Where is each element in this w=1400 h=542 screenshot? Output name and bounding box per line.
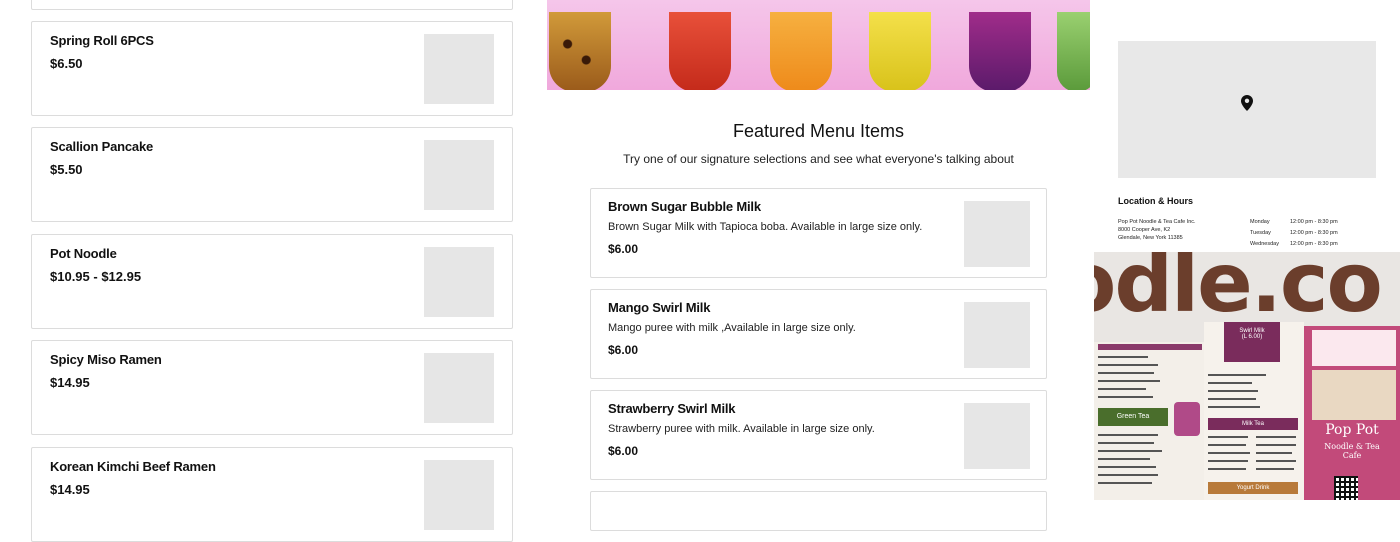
item-image [424,353,494,423]
item-price: $6.00 [608,242,639,256]
featured-card-strawberry-swirl[interactable]: Strawberry Swirl Milk Strawberry puree w… [590,390,1047,480]
item-name: Mango Swirl Milk [608,300,711,315]
qr-code [1334,476,1358,500]
swirl-milk-heading: Swirl Milk (L 6.00) [1224,322,1280,362]
item-price: $6.00 [608,444,639,458]
item-name: Spring Roll 6PCS [50,33,154,48]
menu-card-partial[interactable] [31,0,513,10]
location-heading: Location & Hours [1118,196,1194,206]
item-description: Brown Sugar Milk with Tapioca boba. Avai… [608,221,923,233]
drink-cup [969,12,1031,90]
hours-time: 12:00 pm - 8:30 pm [1290,241,1338,247]
item-price: $6.50 [50,56,83,71]
address-line: Pop Pot Noodle & Tea Cafe Inc. [1118,219,1196,225]
item-name: Spicy Miso Ramen [50,352,162,367]
featured-card-partial[interactable] [590,491,1047,531]
hours-time: 12:00 pm - 8:30 pm [1290,230,1338,236]
menu-board-left: Green Tea [1094,342,1204,500]
item-description: Mango puree with milk ,Available in larg… [608,322,856,334]
menu-card-pot-noodle[interactable]: Pot Noodle $10.95 - $12.95 [31,234,513,329]
menu-card-spring-roll[interactable]: Spring Roll 6PCS $6.50 [31,21,513,116]
menu-board-middle: Swirl Milk (L 6.00) Milk Tea Yogurt Drin… [1204,322,1304,500]
poster-subtitle: Noodle & Tea Cafe [1324,442,1380,460]
item-image [964,403,1030,469]
item-name: Brown Sugar Bubble Milk [608,199,761,214]
yogurt-drink-heading: Yogurt Drink [1208,482,1298,494]
item-image [424,247,494,317]
menu-card-korean-kimchi-beef-ramen[interactable]: Korean Kimchi Beef Ramen $14.95 [31,447,513,542]
item-price: $5.50 [50,162,83,177]
map-pin-icon[interactable] [1241,95,1253,111]
hours-time: 12:00 pm - 8:30 pm [1290,219,1338,225]
drink-cup [770,12,832,90]
item-image [424,460,494,530]
address-line: 8000 Cooper Ave, K2 [1118,227,1171,233]
item-image [424,140,494,210]
drink-cup [549,12,611,90]
hours-day: Monday [1250,219,1270,225]
featured-card-mango-swirl[interactable]: Mango Swirl Milk Mango puree with milk ,… [590,289,1047,379]
item-name: Pot Noodle [50,246,117,261]
green-tea-heading: Green Tea [1098,408,1168,426]
featured-subtitle: Try one of our signature selections and … [623,152,1014,166]
drink-cup [869,12,931,90]
location-hours: Location & Hours Pop Pot Noodle & Tea Ca… [1118,196,1378,252]
poster-title: Pop Pot [1325,422,1379,438]
hours-day: Wednesday [1250,241,1279,247]
drink-cup [1057,12,1090,90]
item-price: $6.00 [608,343,639,357]
storefront-sign-text: odle.co [1094,252,1383,331]
item-name: Korean Kimchi Beef Ramen [50,459,216,474]
address-line: Glendale, New York 11385 [1118,235,1183,241]
featured-card-brown-sugar[interactable]: Brown Sugar Bubble Milk Brown Sugar Milk… [590,188,1047,278]
location-map[interactable] [1118,41,1376,178]
storefront-photo: odle.co Green Tea Swirl Milk (L 6.00) [1094,252,1400,500]
item-price: $10.95 - $12.95 [50,269,142,284]
menu-card-spicy-miso-ramen[interactable]: Spicy Miso Ramen $14.95 [31,340,513,435]
store-poster: Pop Pot Noodle & Tea Cafe [1304,326,1400,500]
item-name: Strawberry Swirl Milk [608,401,736,416]
item-description: Strawberry puree with milk. Available in… [608,423,875,435]
item-price: $14.95 [50,482,90,497]
item-image [964,201,1030,267]
item-name: Scallion Pancake [50,139,154,154]
hero-drinks-image [547,0,1090,90]
hours-day: Tuesday [1250,230,1271,236]
menu-card-scallion-pancake[interactable]: Scallion Pancake $5.50 [31,127,513,222]
item-image [424,34,494,104]
featured-title: Featured Menu Items [732,121,905,141]
item-price: $14.95 [50,375,90,390]
milk-tea-heading: Milk Tea [1208,418,1298,430]
drink-cup [669,12,731,90]
item-image [964,302,1030,368]
